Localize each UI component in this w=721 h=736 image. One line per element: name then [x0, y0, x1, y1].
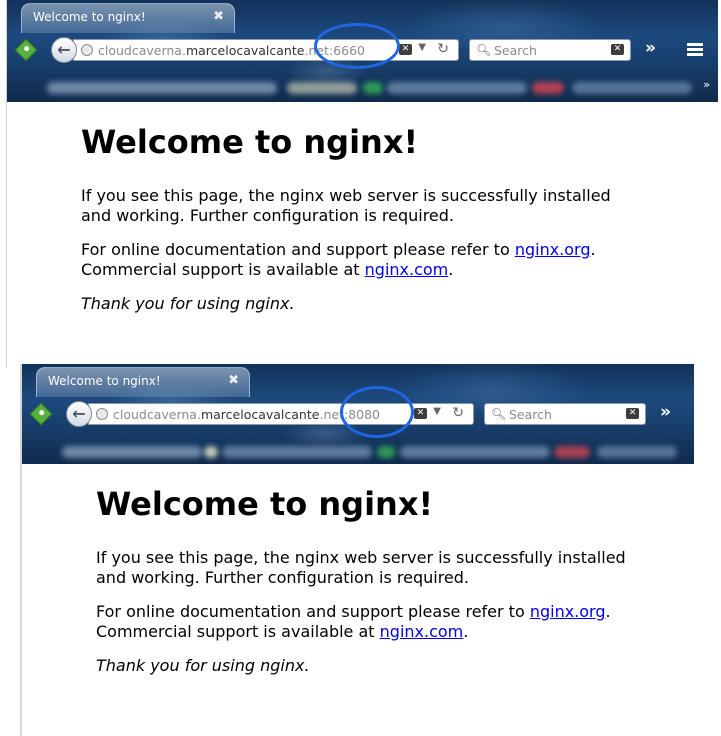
- intro-paragraph: If you see this page, the nginx web serv…: [81, 186, 611, 225]
- back-arrow-icon: ←: [72, 404, 86, 423]
- nginx-org-link[interactable]: nginx.org: [515, 240, 591, 259]
- hamburger-menu-icon[interactable]: [687, 43, 703, 57]
- blurred-bookmarks: [47, 82, 277, 94]
- nginx-org-link[interactable]: nginx.org: [530, 602, 606, 621]
- thanks-text: Thank you for using nginx.: [81, 294, 295, 313]
- browser-window-1: Welcome to nginx! ✖ cloudcaverna.marcelo…: [6, 0, 718, 368]
- url-bar[interactable]: cloudcaverna.marcelocavalcante.net:6660 …: [73, 39, 459, 61]
- docs-paragraph: For online documentation and support ple…: [81, 240, 596, 279]
- tab-active[interactable]: Welcome to nginx! ✖: [21, 3, 235, 33]
- dropdown-icon[interactable]: ▼: [418, 42, 426, 53]
- search-input[interactable]: 🔍︎ Search ✕: [469, 39, 631, 61]
- highlight-circle: [314, 23, 400, 69]
- tab-active[interactable]: Welcome to nginx! ✖: [36, 367, 250, 397]
- blurred-bookmark: [554, 446, 590, 458]
- blurred-bookmarks: [62, 446, 202, 458]
- docs-paragraph: For online documentation and support ple…: [96, 602, 611, 641]
- nginx-com-link[interactable]: nginx.com: [365, 260, 449, 279]
- dropdown-icon[interactable]: ▼: [433, 406, 441, 417]
- clear-icon[interactable]: ✕: [626, 408, 639, 419]
- chevron-right-icon[interactable]: »: [703, 78, 710, 91]
- clear-icon[interactable]: ✕: [611, 44, 624, 55]
- search-placeholder: Search: [509, 407, 552, 422]
- search-icon: 🔍︎: [476, 43, 492, 57]
- clear-icon[interactable]: ✕: [414, 408, 427, 419]
- thanks-text: Thank you for using nginx.: [96, 656, 310, 675]
- back-arrow-icon: ←: [57, 40, 71, 59]
- globe-icon: [81, 44, 93, 56]
- addon-icon[interactable]: [14, 38, 38, 62]
- highlight-circle: [340, 386, 414, 438]
- back-button[interactable]: ←: [51, 37, 77, 63]
- tab-close-icon[interactable]: ✖: [228, 373, 239, 388]
- tab-close-icon[interactable]: ✖: [213, 9, 224, 24]
- bookmarks-toolbar: [22, 438, 694, 464]
- nginx-com-link[interactable]: nginx.com: [380, 622, 464, 641]
- reload-icon[interactable]: ↻: [452, 405, 464, 421]
- intro-paragraph: If you see this page, the nginx web serv…: [96, 548, 626, 587]
- blurred-bookmark: [377, 446, 395, 458]
- blurred-bookmarks: [387, 82, 527, 94]
- search-placeholder: Search: [494, 43, 537, 58]
- search-icon: 🔍︎: [491, 407, 507, 421]
- clear-icon[interactable]: ✕: [399, 44, 412, 55]
- browser-window-2: Welcome to nginx! ✖ cloudcaverna.marcelo…: [20, 364, 694, 736]
- globe-icon: [96, 408, 108, 420]
- addon-icon[interactable]: [29, 402, 53, 426]
- bookmarks-toolbar: »: [7, 74, 718, 100]
- blurred-bookmark: [363, 82, 383, 94]
- page-title: Welcome to nginx!: [81, 123, 419, 161]
- browser-chrome: Welcome to nginx! ✖ cloudcaverna.marcelo…: [22, 364, 694, 464]
- back-button[interactable]: ←: [66, 401, 92, 427]
- blurred-bookmarks: [222, 446, 372, 458]
- blurred-bookmark: [204, 446, 218, 458]
- blurred-bookmark: [287, 82, 357, 94]
- chevron-right-icon[interactable]: »: [645, 38, 656, 58]
- blurred-bookmark: [532, 82, 564, 94]
- blurred-bookmarks: [597, 446, 677, 458]
- reload-icon[interactable]: ↻: [437, 41, 449, 57]
- tab-title: Welcome to nginx!: [48, 374, 161, 388]
- url-bar[interactable]: cloudcaverna.marcelocavalcante.net:8080 …: [88, 403, 474, 425]
- browser-chrome: Welcome to nginx! ✖ cloudcaverna.marcelo…: [7, 0, 718, 102]
- tab-title: Welcome to nginx!: [33, 10, 146, 24]
- page-title: Welcome to nginx!: [96, 485, 434, 523]
- blurred-bookmarks: [400, 446, 550, 458]
- blurred-bookmarks: [572, 82, 692, 94]
- search-input[interactable]: 🔍︎ Search ✕: [484, 403, 646, 425]
- chevron-right-icon[interactable]: »: [660, 402, 671, 422]
